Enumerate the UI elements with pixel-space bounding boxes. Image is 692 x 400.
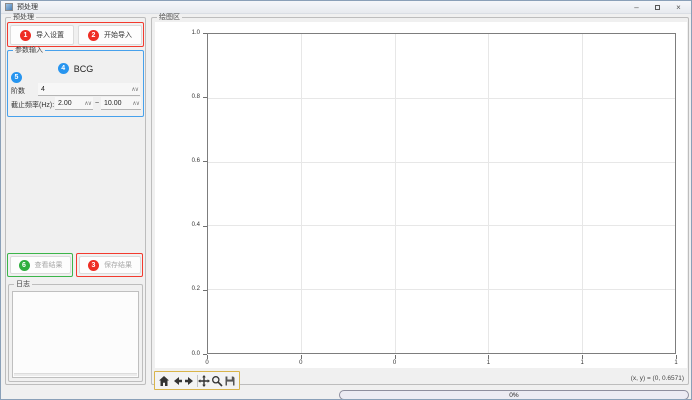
step-badge-2: 2 [88,30,99,41]
horizontal-scrollbar[interactable] [14,373,137,376]
x-tick-mark [301,355,302,359]
step-badge-5: 5 [11,72,22,83]
y-tick-mark [203,290,207,291]
app-window: 预处理 – × 预处理 1 导入设置 2 开始导入 参数输入 4 BCG 5 阶… [0,0,692,400]
spin-up-down-icon[interactable]: ∧∨ [131,86,140,93]
save-result-button[interactable]: 3 保存结果 [79,256,141,274]
y-tick-label: 0.8 [155,94,200,101]
y-tick-mark [203,161,207,162]
gridline-vertical [301,34,302,353]
gridline-vertical [488,34,489,353]
cursor-coords-readout: (x, y) = (0, 0.6571) [631,375,684,382]
start-import-button[interactable]: 2 开始导入 [78,25,142,45]
back-icon[interactable] [171,374,183,387]
x-tick-mark [207,355,208,359]
y-tick-label: 0.0 [155,351,200,358]
cutoff-label: 截止频率(Hz): [11,100,54,110]
x-tick-label: 0 [387,360,403,367]
zoom-rect-icon[interactable] [211,374,223,387]
view-result-label: 查看结果 [35,260,63,270]
gridline-horizontal [208,225,675,226]
order-label: 阶数 [11,86,25,96]
y-tick-label: 0.6 [155,158,200,165]
maximize-icon [655,5,660,10]
preprocess-group-title: 预处理 [11,14,36,22]
range-separator: ~ [95,100,99,107]
y-tick-mark [203,226,207,227]
x-tick-mark [395,355,396,359]
cutoff-min-value: 2.00 [55,100,84,107]
x-tick-mark [488,355,489,359]
plot-axes [207,33,676,354]
x-tick-label: 0 [199,360,215,367]
progress-value: 0% [509,392,518,399]
window-controls: – × [626,1,689,14]
step-badge-4: 4 [58,63,69,74]
minimize-button[interactable]: – [626,1,647,14]
cutoff-max-value: 10.00 [101,100,132,107]
save-result-label: 保存结果 [104,260,132,270]
home-icon[interactable] [158,374,170,387]
pan-icon[interactable] [198,374,210,387]
gridline-horizontal [208,289,675,290]
plot-canvas[interactable]: 1.0 0.8 0.6 0.4 0.2 0.0 0 0 0 1 1 1 [155,22,687,368]
plot-nav-toolbar [154,371,240,390]
y-tick-label: 0.2 [155,286,200,293]
x-tick-mark [676,355,677,359]
toolbar-separator [197,375,198,387]
y-tick-mark [203,33,207,34]
import-settings-button[interactable]: 1 导入设置 [10,25,74,45]
step-badge-1: 1 [20,30,31,41]
progress-bar: 0% [339,390,689,400]
x-tick-label: 1 [480,360,496,367]
spin-up-down-icon[interactable]: ∧∨ [132,100,141,107]
gridline-horizontal [208,98,675,99]
import-settings-label: 导入设置 [36,30,64,40]
x-tick-mark [582,355,583,359]
y-tick-label: 0.4 [155,222,200,229]
window-title: 预处理 [17,2,38,12]
order-spinbox[interactable]: 4 ∧∨ [38,83,140,96]
order-value: 4 [38,86,131,93]
signal-type-row: 4 BCG [8,63,143,74]
param-group-title: 参数输入 [13,47,45,55]
log-group-title: 日志 [14,281,32,289]
log-groupbox: 日志 [8,284,143,382]
y-tick-mark [203,97,207,98]
gridline-vertical [395,34,396,353]
log-textarea[interactable] [12,291,139,378]
plot-groupbox: 绘图区 1.0 0.8 0.6 0.4 0.2 0.0 0 0 0 1 1 1 [151,17,689,385]
title-bar: 预处理 – × [1,1,691,14]
plot-group-title: 绘图区 [157,14,182,22]
gridline-horizontal [208,162,675,163]
maximize-button[interactable] [647,1,668,14]
gridline-vertical [582,34,583,353]
close-button[interactable]: × [668,1,689,14]
y-tick-label: 1.0 [155,30,200,37]
step-badge-6: 6 [19,260,30,271]
save-icon[interactable] [224,374,236,387]
x-tick-label: 0 [293,360,309,367]
start-import-label: 开始导入 [104,30,132,40]
step-badge-3: 3 [88,260,99,271]
app-icon [5,3,13,11]
x-tick-label: 1 [668,360,684,367]
cutoff-max-spinbox[interactable]: 10.00 ∧∨ [101,97,141,110]
signal-type-label: BCG [74,64,94,74]
cutoff-min-spinbox[interactable]: 2.00 ∧∨ [55,97,93,110]
view-result-button[interactable]: 6 查看结果 [10,256,71,274]
x-tick-label: 1 [574,360,590,367]
param-input-groupbox: 参数输入 4 BCG 5 阶数 4 ∧∨ 截止频率(Hz): 2.00 ∧∨ ~… [7,50,144,117]
forward-icon[interactable] [184,374,196,387]
spin-up-down-icon[interactable]: ∧∨ [84,100,93,107]
